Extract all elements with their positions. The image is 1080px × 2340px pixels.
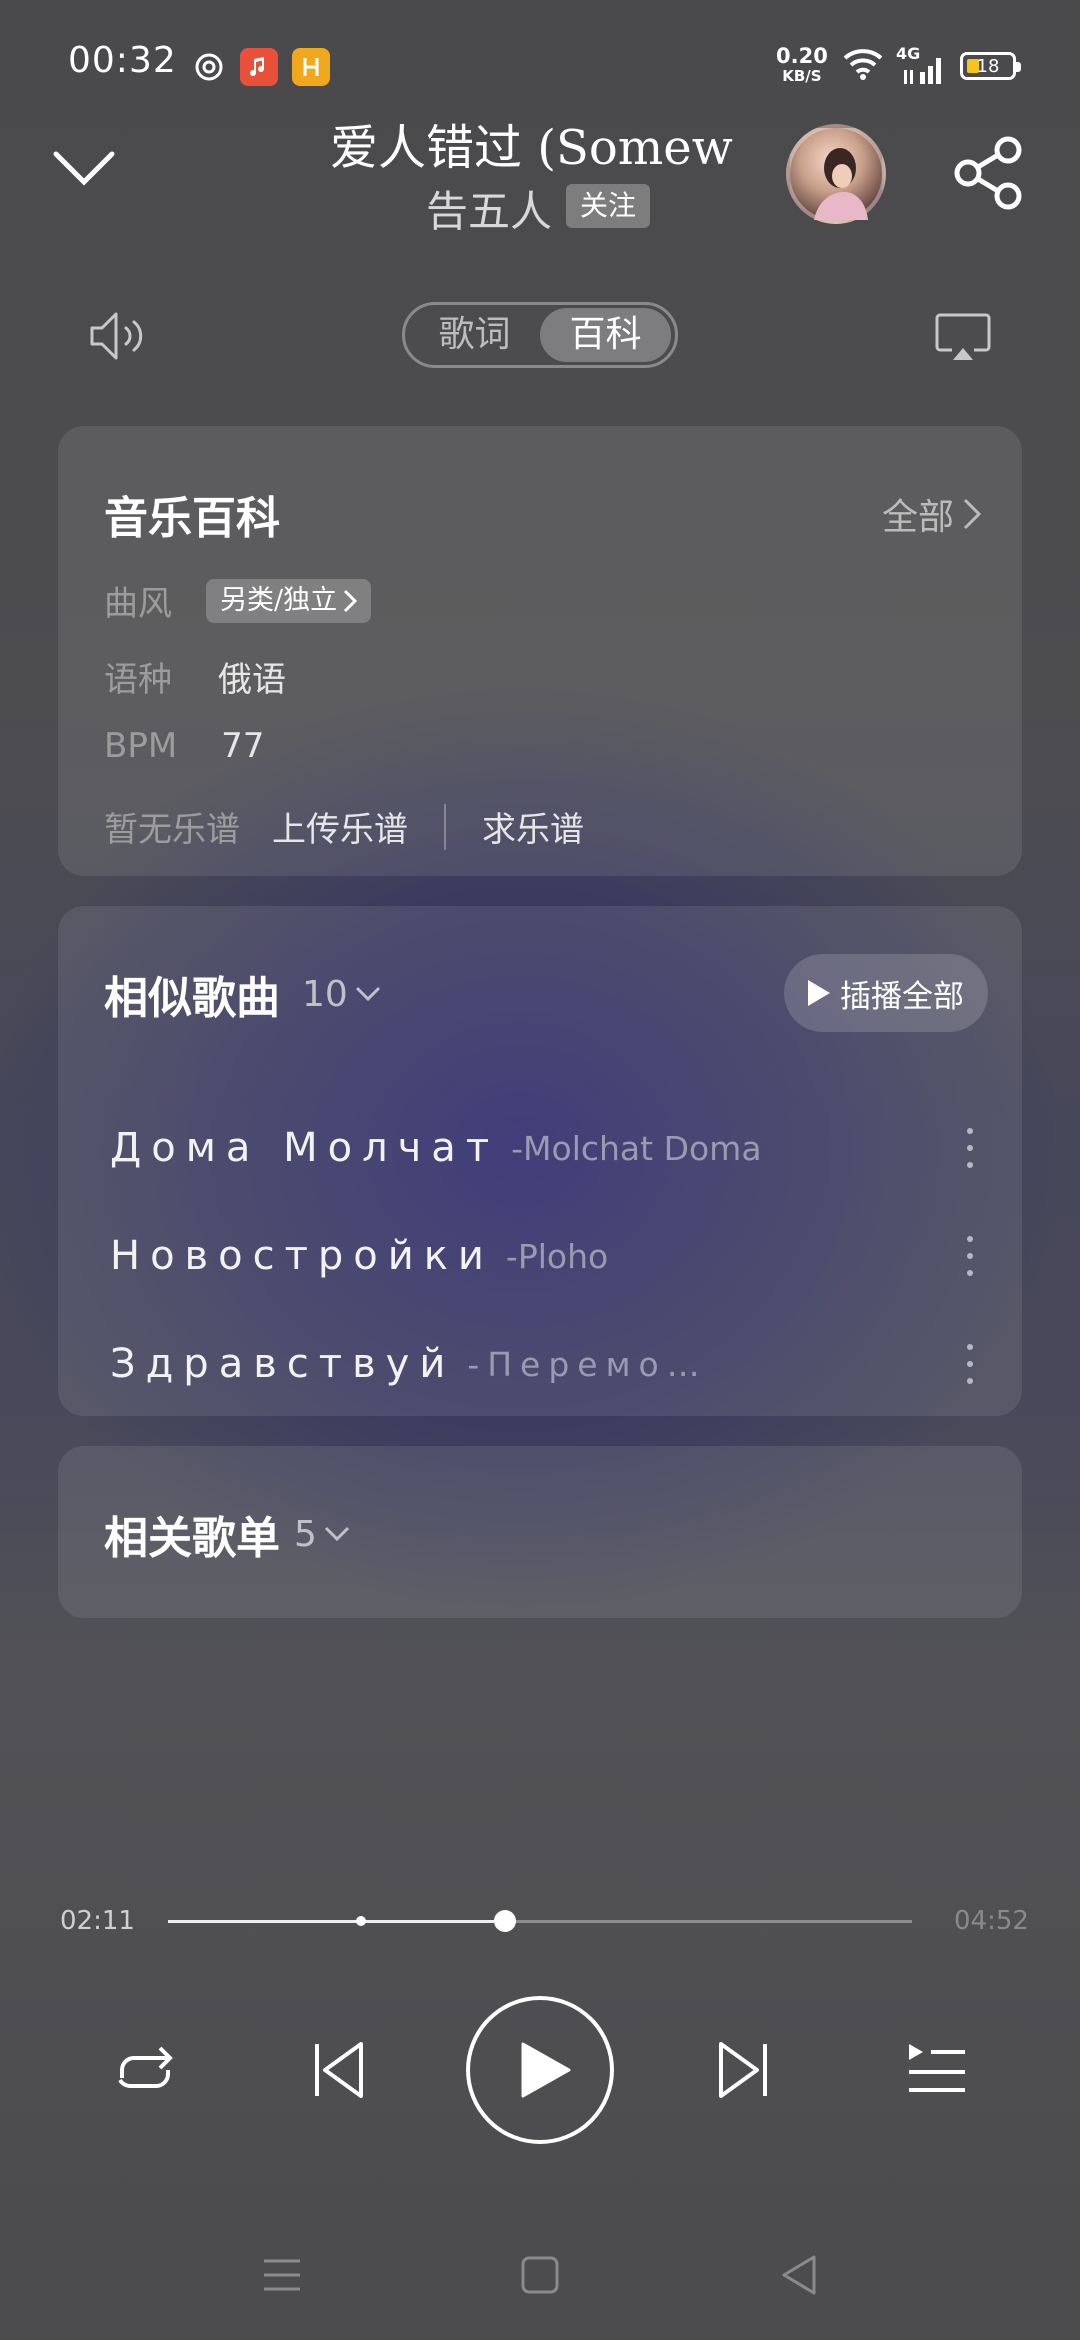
related-playlists-count: 5 [294,1513,317,1555]
status-time: 00:32 [68,40,177,81]
song-name: Дома Молчат [110,1125,500,1171]
list-item[interactable]: Новостройки -Ploho [110,1226,990,1286]
net-speed: 0.20 KB/S [776,46,828,86]
list-item[interactable]: Дома Молчат -Molchat Doma [110,1118,990,1178]
song-artist: -Перемо… [467,1344,708,1384]
chevron-down-icon [355,986,380,1002]
netease-music-icon [190,48,228,86]
more-options-icon[interactable] [950,1342,990,1386]
progress-thumb[interactable] [494,1910,516,1932]
chevron-down-icon [324,1526,349,1542]
back-nav-icon[interactable] [768,2252,828,2298]
current-time: 02:11 [60,1906,135,1936]
music-wiki-card: 音乐百科 全部 曲风 另类/独立 语种 俄语 BPM 77 暂无乐谱 上传乐谱 … [58,426,1022,876]
battery-indicator: 18 [960,52,1021,80]
net-speed-unit: KB/S [782,67,822,85]
score-row: 暂无乐谱 上传乐谱 求乐谱 [104,802,584,851]
net-speed-value: 0.20 [776,44,828,68]
song-name: Новостройки [110,1233,494,1279]
collapse-chevron-icon[interactable] [52,146,116,190]
bpm-value: 77 [221,726,265,766]
home-nav-icon[interactable] [510,2252,570,2298]
signal-icon [900,56,944,88]
tab-wiki[interactable]: 百科 [540,308,671,362]
play-button[interactable] [466,1996,614,2144]
genre-key: 曲风 [104,584,172,624]
play-icon [808,980,830,1006]
score-divider [444,803,446,850]
artist-avatar[interactable] [786,124,886,224]
yellow-app-icon [292,48,330,86]
volume-icon[interactable] [88,308,150,364]
song-artist: -Molchat Doma [511,1128,762,1168]
menu-nav-icon[interactable] [252,2252,312,2298]
play-all-label: 插播全部 [840,978,964,1015]
more-options-icon[interactable] [950,1126,990,1170]
similar-songs-header[interactable]: 相似歌曲 10 [104,962,382,1026]
play-icon [521,2042,571,2098]
upload-score-button[interactable]: 上传乐谱 [272,802,408,851]
progress-fill [168,1920,504,1923]
song-name: Здравствуй [110,1341,456,1387]
play-all-button[interactable]: 插播全部 [784,954,988,1032]
wiki-all-link[interactable]: 全部 [882,488,982,540]
score-key: 暂无乐谱 [104,810,240,850]
previous-track-icon[interactable] [294,2030,384,2110]
request-score-button[interactable]: 求乐谱 [482,802,584,851]
next-track-icon[interactable] [698,2030,788,2110]
chevron-right-icon [344,589,358,612]
progress-marker [356,1916,366,1926]
playlist-queue-icon[interactable] [892,2030,982,2110]
bpm-key: BPM [104,726,178,766]
total-time: 04:52 [954,1906,1029,1936]
artist-name[interactable]: 告五人 [426,178,552,239]
list-item[interactable]: Здравствуй -Перемо… [110,1334,990,1394]
follow-button[interactable]: 关注 [566,184,651,228]
song-title: 爱人错过 (Somew [330,120,733,176]
wifi-icon [842,46,884,84]
related-playlists-card[interactable]: 相关歌单 5 [58,1446,1022,1618]
repeat-icon[interactable] [98,2030,188,2110]
lyrics-wiki-toggle[interactable]: 歌词 百科 [402,302,678,368]
wiki-all-label: 全部 [881,497,954,538]
cast-icon[interactable] [934,312,992,364]
tab-lyrics[interactable]: 歌词 [409,308,540,362]
chevron-right-icon [963,498,982,530]
language-value: 俄语 [218,660,286,700]
language-key: 语种 [104,660,172,700]
share-icon[interactable] [952,136,1026,210]
similar-songs-title: 相似歌曲 [104,973,280,1024]
more-options-icon[interactable] [950,1234,990,1278]
wiki-card-title: 音乐百科 [104,493,280,544]
language-row: 语种 俄语 [104,652,286,701]
genre-row: 曲风 另类/独立 [104,576,372,625]
genre-chip[interactable]: 另类/独立 [206,578,372,623]
related-playlists-title: 相关歌单 [104,1513,280,1564]
similar-songs-count: 10 [302,973,348,1015]
music-note-app-icon [240,48,278,86]
song-artist: -Ploho [505,1236,609,1276]
similar-songs-card: 相似歌曲 10 插播全部 Дома Молчат -Molchat Doma Н… [58,906,1022,1416]
genre-value: 另类/独立 [220,584,338,616]
battery-level: 18 [976,55,1000,77]
bpm-row: BPM 77 [104,726,264,766]
related-playlists-header[interactable]: 相关歌单 5 [104,1502,351,1566]
